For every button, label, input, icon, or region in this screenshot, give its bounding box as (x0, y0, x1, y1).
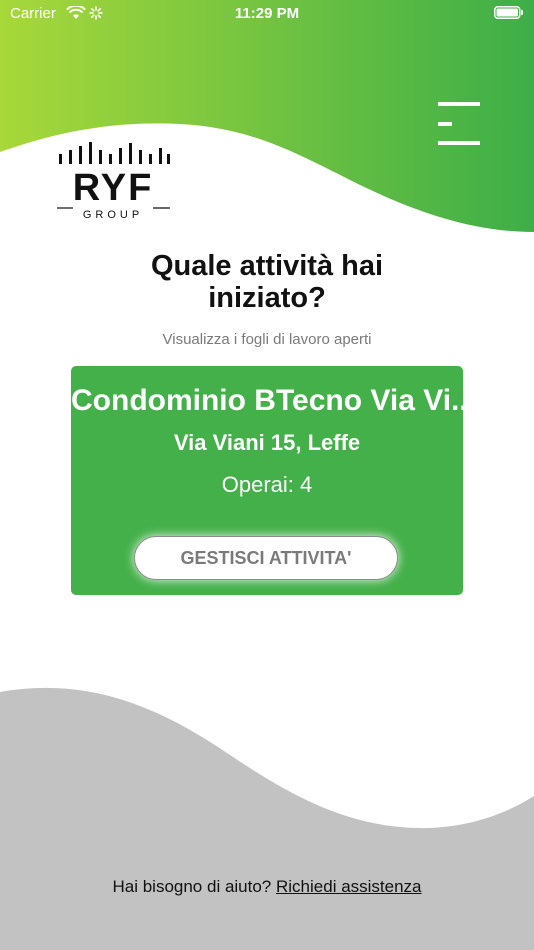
status-bar: Carrier 11:29 PM (0, 0, 534, 28)
page-title-line-1: Quale attività hai (150, 250, 384, 282)
activity-workers: Operai: 4 (221, 472, 313, 497)
help-text: Hai bisogno di aiuto? (112, 877, 272, 896)
ryf-group-logo: RYF GROUP (55, 140, 173, 222)
hamburger-menu-icon[interactable] (430, 98, 482, 150)
activity-title: Condominio BTecno Via Vi... (71, 384, 463, 417)
logo-sub: GROUP (83, 209, 143, 221)
page-title: Quale attività hai iniziato? (0, 250, 534, 314)
battery-icon (494, 6, 524, 19)
footer-wave (0, 687, 534, 950)
activity-card: Condominio BTecno Via Vi... Via Viani 15… (71, 366, 463, 595)
status-time: 11:29 PM (234, 5, 300, 22)
page-subtitle: Visualizza i fogli di lavoro aperti (162, 331, 372, 348)
manage-activity-button[interactable]: GESTISCI ATTIVITA' (134, 536, 398, 580)
help-footer: Hai bisogno di aiuto? Richiedi assistenz… (0, 877, 534, 897)
logo-brand: RYF (73, 167, 154, 209)
activity-address: Via Viani 15, Leffe (173, 430, 361, 455)
request-assistance-link[interactable]: Richiedi assistenza (276, 877, 422, 896)
page-title-line-2: iniziato? (208, 282, 326, 314)
